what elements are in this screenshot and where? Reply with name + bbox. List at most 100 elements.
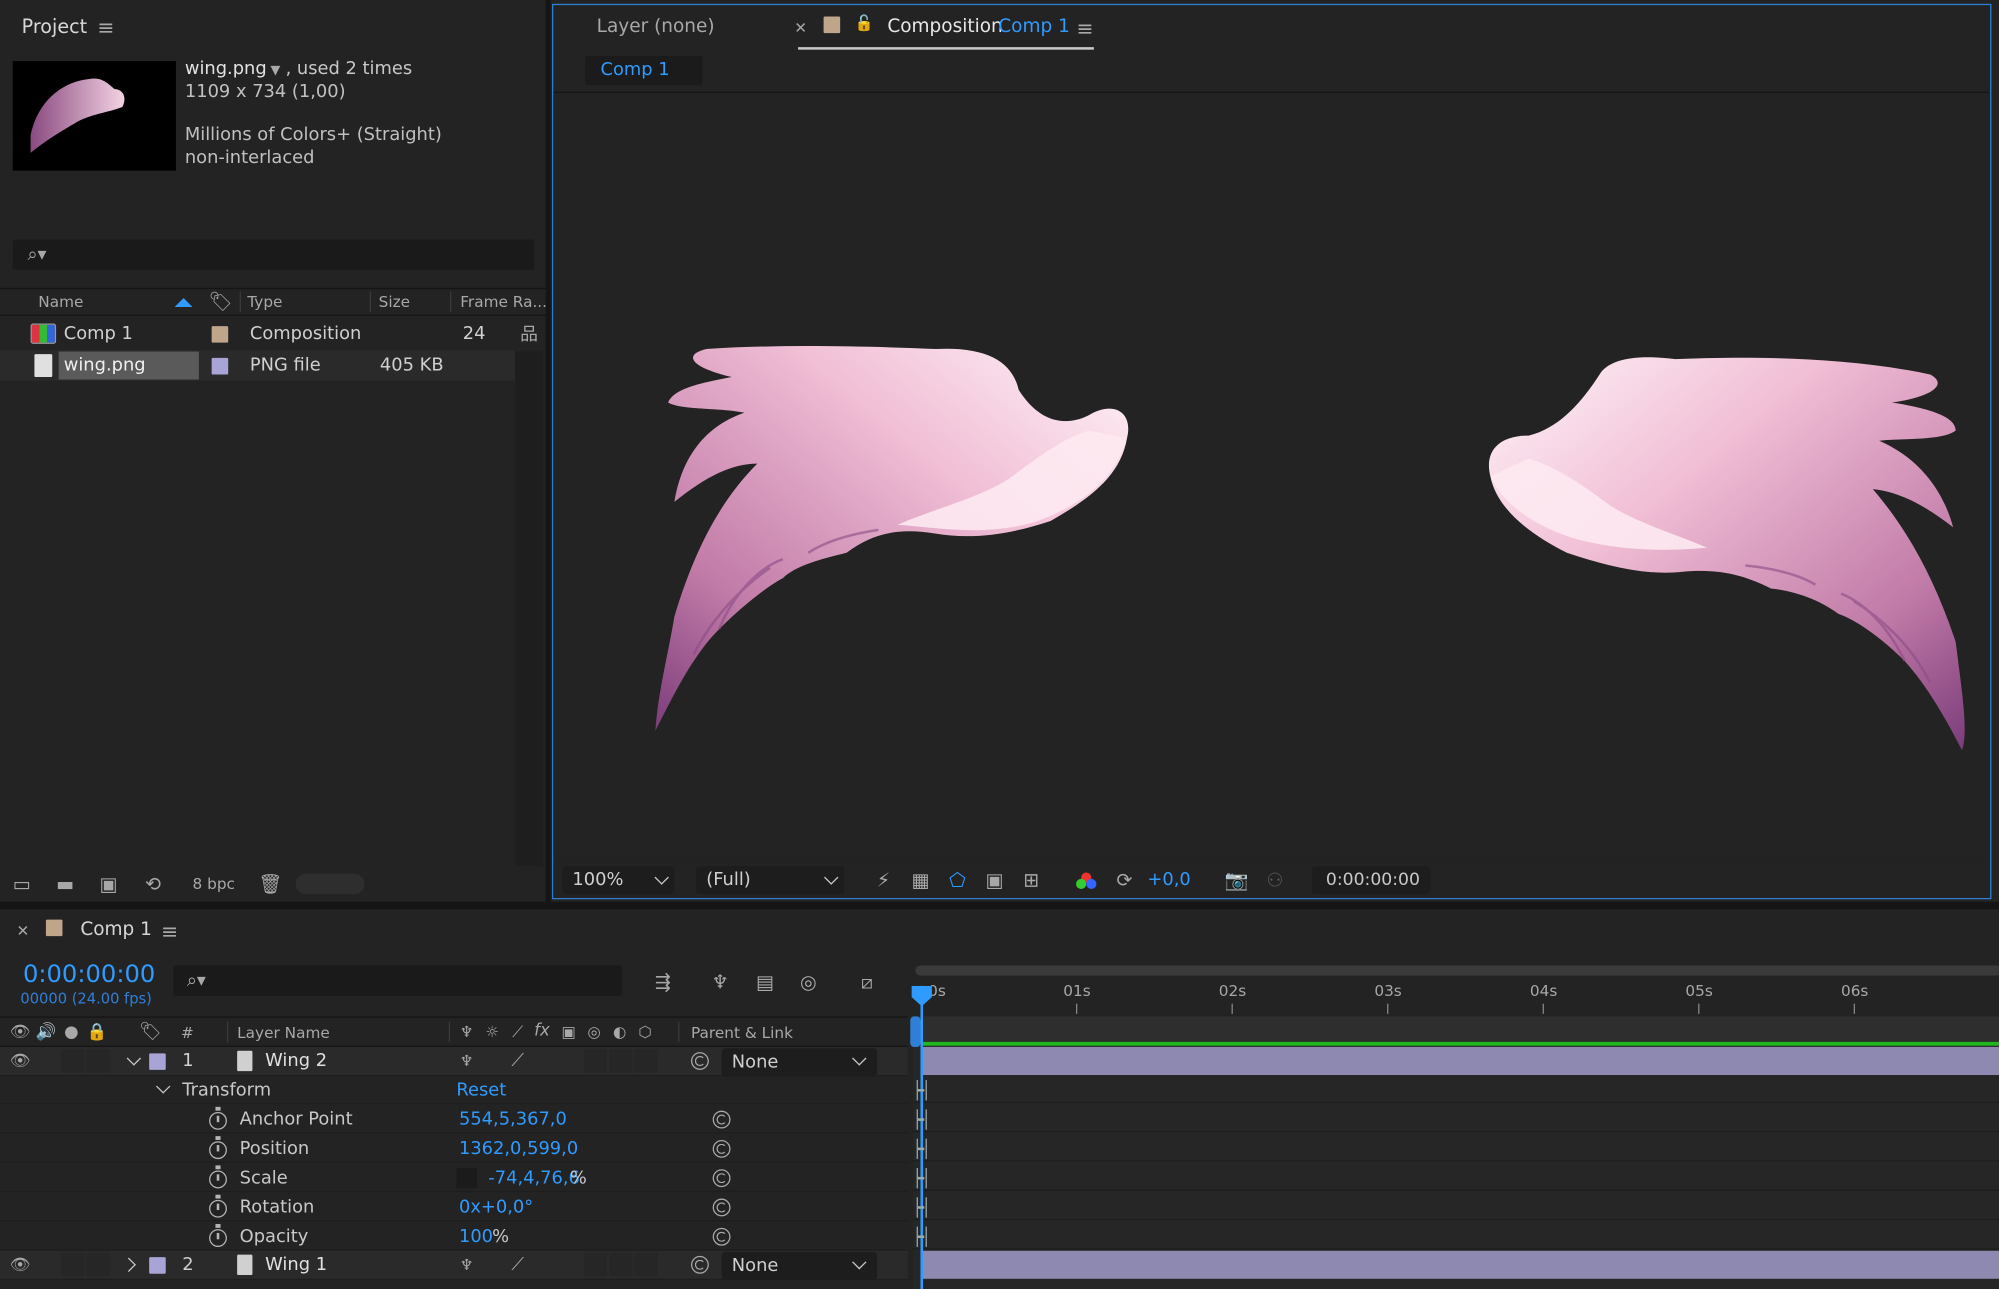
stopwatch-icon[interactable] xyxy=(209,1194,227,1218)
new-folder-icon[interactable]: ▬ xyxy=(51,871,79,896)
pickwhip-icon[interactable] xyxy=(712,1110,731,1129)
pickwhip-icon[interactable] xyxy=(712,1227,731,1246)
time-ruler[interactable]: 0s 01s 02s 03s 04s 05s 06s xyxy=(912,960,1999,1017)
frame-blending-icon[interactable]: ▤ xyxy=(750,969,781,994)
property-value[interactable]: 1362,0,599,0 xyxy=(459,1139,578,1159)
label-tag-icon[interactable]: 🏷 xyxy=(138,1020,163,1043)
timeline-search-field[interactable] xyxy=(173,965,623,997)
quality-switch-icon[interactable]: ⟋ xyxy=(507,1050,527,1073)
parent-dropdown[interactable]: None xyxy=(721,1048,878,1077)
trash-icon[interactable]: 🗑 xyxy=(258,871,283,896)
3d-switch-icon[interactable]: ⬡ xyxy=(635,1020,655,1043)
composition-flowchart-icon[interactable]: ⇶ xyxy=(648,969,679,994)
pickwhip-icon[interactable] xyxy=(712,1139,731,1158)
chevron-right-icon[interactable] xyxy=(121,1257,136,1272)
keyframe-marker[interactable] xyxy=(916,1080,927,1101)
project-item-row[interactable]: wing.png PNG file 405 KB xyxy=(0,350,516,381)
column-layer-name[interactable]: Layer Name xyxy=(237,1024,330,1042)
property-row[interactable]: Position 1362,0,599,0 xyxy=(0,1135,908,1163)
region-of-interest-icon[interactable]: ▣ xyxy=(980,867,1008,892)
stopwatch-icon[interactable] xyxy=(209,1106,227,1130)
keyframe-marker[interactable] xyxy=(916,1226,927,1247)
pickwhip-icon[interactable] xyxy=(712,1169,731,1188)
chevron-down-icon[interactable] xyxy=(155,1079,171,1094)
pickwhip-icon[interactable] xyxy=(712,1198,731,1217)
composition-canvas[interactable] xyxy=(553,94,1989,863)
pickwhip-icon[interactable] xyxy=(690,1255,709,1274)
property-value[interactable]: -74,4,76,6 xyxy=(488,1168,580,1188)
motion-blur-switch-icon[interactable]: ◎ xyxy=(584,1020,604,1043)
shy-switch-icon[interactable]: ♆ xyxy=(456,1253,476,1276)
grid-guides-icon[interactable]: ⊞ xyxy=(1017,867,1045,892)
snapshot-camera-icon[interactable]: 📷 xyxy=(1223,867,1251,892)
project-item-row[interactable]: Comp 1 Composition 24 xyxy=(0,318,515,349)
flowchart-icon[interactable]: 品 xyxy=(516,321,541,346)
keyframe-marker[interactable] xyxy=(916,1109,927,1130)
stopwatch-icon[interactable] xyxy=(209,1165,227,1189)
audio-icon[interactable]: 🔊 xyxy=(36,1020,57,1043)
stopwatch-icon[interactable] xyxy=(209,1136,227,1160)
timeline-tab[interactable]: Comp 1 xyxy=(80,920,152,940)
timeline-track-area[interactable] xyxy=(912,1016,1999,1289)
current-time-display[interactable]: 0:00:00:00 xyxy=(1311,866,1431,895)
quality-switch-icon[interactable]: ⟋ xyxy=(507,1253,527,1276)
tab-composition[interactable]: Composition Comp 1 xyxy=(798,5,1094,50)
project-scrollbar[interactable] xyxy=(515,351,544,867)
column-size[interactable]: Size xyxy=(379,293,410,311)
eye-icon[interactable]: 👁 xyxy=(10,1050,31,1073)
show-snapshot-icon[interactable]: ⚇ xyxy=(1261,867,1289,892)
property-value[interactable]: 0x+0,0° xyxy=(459,1197,533,1217)
thumbnail-slider[interactable] xyxy=(295,873,365,895)
interpret-footage-icon[interactable]: ▭ xyxy=(8,871,36,896)
eye-icon[interactable]: 👁 xyxy=(10,1020,31,1043)
panel-menu-icon[interactable]: ≡ xyxy=(96,15,116,39)
eye-icon[interactable]: 👁 xyxy=(10,1253,31,1276)
keyframe-marker[interactable] xyxy=(916,1197,927,1218)
shy-layers-icon[interactable]: ♆ xyxy=(705,969,736,994)
column-type[interactable]: Type xyxy=(247,293,282,311)
pickwhip-icon[interactable] xyxy=(690,1052,709,1070)
layer-label-swatch[interactable] xyxy=(149,1257,166,1274)
tab-layer[interactable]: Layer (none) xyxy=(597,17,715,37)
exposure-value[interactable]: +0,0 xyxy=(1147,870,1190,890)
project-settings-icon[interactable]: ⟲ xyxy=(138,871,169,896)
column-name[interactable]: Name xyxy=(38,293,83,311)
color-channels-icon[interactable] xyxy=(1076,872,1097,890)
property-row[interactable]: Opacity 100 % xyxy=(0,1223,908,1251)
layer-row[interactable]: 👁 2 Wing 1 ♆ ⟋ None xyxy=(0,1250,908,1281)
quality-switch-icon[interactable]: ⟋ xyxy=(507,1020,527,1043)
chevron-down-icon[interactable] xyxy=(126,1051,142,1066)
shy-switch-icon[interactable]: ♆ xyxy=(456,1020,476,1043)
transparency-grid-icon[interactable]: ▦ xyxy=(906,867,934,892)
property-row[interactable]: Scale -74,4,76,6 % xyxy=(0,1164,908,1193)
layer-name[interactable]: Wing 1 xyxy=(265,1255,327,1275)
constrain-proportions-toggle[interactable] xyxy=(456,1167,477,1189)
stopwatch-icon[interactable] xyxy=(209,1224,227,1247)
column-parent[interactable]: Parent & Link xyxy=(691,1024,793,1042)
new-composition-icon[interactable]: ▣ xyxy=(94,871,122,896)
label-color-swatch[interactable] xyxy=(211,326,229,343)
motion-blur-icon[interactable]: ◎ xyxy=(793,969,824,994)
layer-duration-bar[interactable] xyxy=(920,1046,1999,1076)
property-value[interactable]: 554,5,367,0 xyxy=(459,1109,567,1129)
layer-name[interactable]: Wing 2 xyxy=(265,1051,327,1071)
panel-menu-icon[interactable]: ≡ xyxy=(159,919,179,943)
bit-depth-label[interactable]: 8 bpc xyxy=(193,875,235,893)
property-row[interactable]: Rotation 0x+0,0° xyxy=(0,1193,908,1222)
graph-editor-icon[interactable]: ⧄ xyxy=(852,969,883,994)
lock-icon[interactable]: 🔒 xyxy=(87,1020,108,1043)
project-panel-title[interactable]: Project xyxy=(22,15,87,38)
resolution-dropdown[interactable]: (Full) xyxy=(696,866,844,895)
layer-label-swatch[interactable] xyxy=(149,1053,166,1070)
parent-dropdown[interactable]: None xyxy=(721,1252,878,1281)
layer-duration-bar[interactable] xyxy=(920,1250,1999,1279)
transform-reset-link[interactable]: Reset xyxy=(456,1080,506,1100)
work-area-bar[interactable] xyxy=(915,965,1999,976)
keyframe-marker[interactable] xyxy=(916,1138,927,1160)
property-value[interactable]: 100 xyxy=(459,1227,493,1247)
layer-row[interactable]: 👁 1 Wing 2 ♆ ⟋ None xyxy=(0,1046,908,1077)
frame-blend-switch-icon[interactable]: ▣ xyxy=(558,1020,578,1043)
transform-group-row[interactable]: Transform Reset xyxy=(0,1076,908,1105)
property-row[interactable]: Anchor Point 554,5,367,0 xyxy=(0,1106,908,1134)
label-tag-icon[interactable]: 🏷 xyxy=(208,290,233,313)
